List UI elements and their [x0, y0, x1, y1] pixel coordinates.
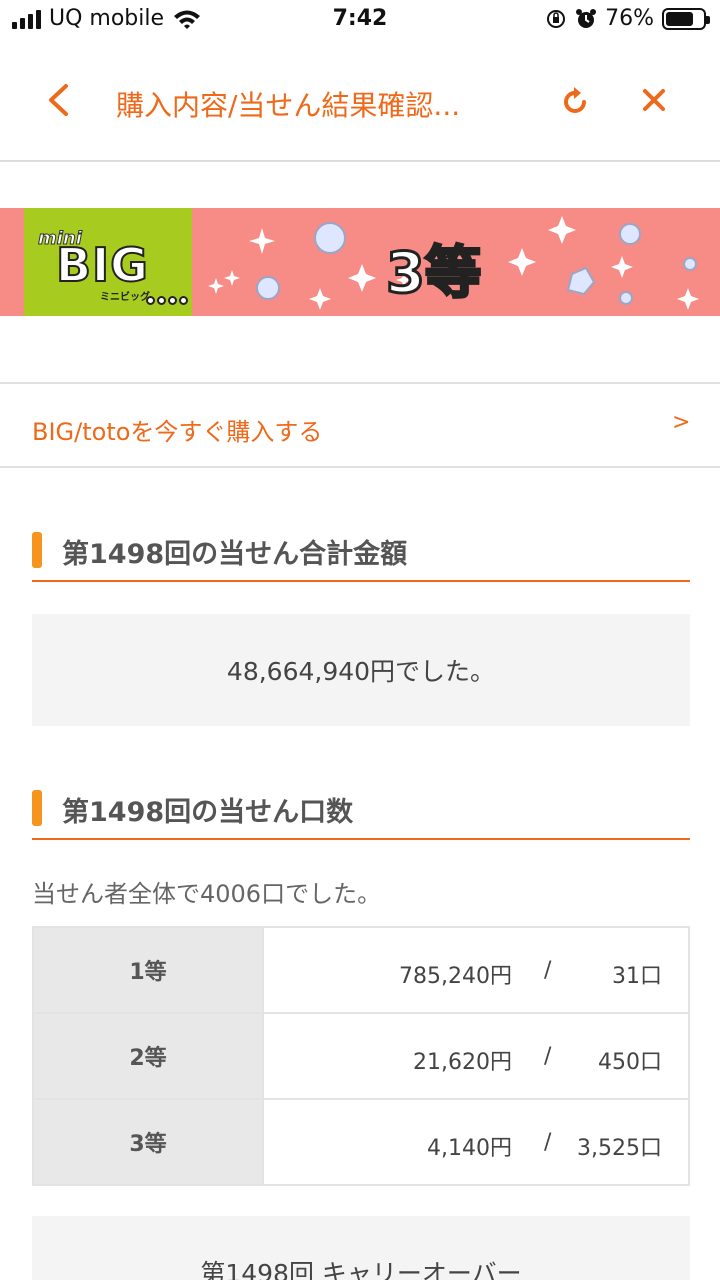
winner-count: 3,525口	[577, 1136, 662, 1161]
orientation-lock-icon	[547, 9, 566, 28]
total-amount-heading: 第1498回の当せん合計金額	[32, 520, 690, 582]
battery-percent: 76%	[605, 6, 654, 31]
value-cell: 21,620円 / 450口	[262, 1012, 690, 1100]
win-count-title: 第1498回の当せん口数	[62, 797, 354, 828]
carryover-text: 第1498回 キャリーオーバー	[200, 1259, 522, 1280]
alarm-icon	[576, 8, 597, 28]
total-amount-box: 48,664,940円でした。	[32, 614, 690, 726]
rank-cell: 2等	[32, 1012, 264, 1100]
table-row: 3等 4,140円 / 3,525口	[32, 1098, 690, 1186]
close-button[interactable]	[636, 80, 672, 120]
reload-icon	[564, 87, 586, 113]
chevron-right-icon: >	[672, 410, 691, 435]
total-amount-title: 第1498回の当せん合計金額	[62, 539, 408, 570]
divider	[0, 466, 720, 468]
battery-icon	[662, 7, 710, 30]
winner-count: 450口	[598, 1050, 662, 1075]
value-cell: 4,140円 / 3,525口	[262, 1098, 690, 1186]
toto-mark-icon	[146, 296, 188, 305]
total-amount-text: 48,664,940円でした。	[226, 657, 496, 686]
back-button[interactable]	[38, 78, 78, 122]
status-right: 76%	[545, 6, 710, 31]
win-count-summary: 当せん者全体で4006口でした。	[32, 880, 382, 908]
prize-amount: 785,240円	[399, 964, 512, 989]
header-divider	[0, 160, 720, 162]
carryover-box: 第1498回 キャリーオーバー	[32, 1216, 690, 1280]
separator: /	[544, 1044, 552, 1069]
prize-rank-label: 3等	[385, 240, 483, 308]
app-header: 購入内容/当せん結果確認...	[0, 58, 720, 144]
logo-sub-text: ミニビッグ	[100, 292, 150, 303]
value-cell: 785,240円 / 31口	[262, 926, 690, 1014]
mini-big-logo: mini BIG ミニビッグ	[24, 208, 192, 316]
buy-now-link[interactable]: BIG/totoを今すぐ購入する >	[0, 384, 720, 466]
logo-big-text: BIG	[55, 237, 149, 293]
heading-accent-bar	[32, 790, 42, 826]
rank-cell: 3等	[32, 1098, 264, 1186]
battery-level	[666, 11, 694, 26]
rank-cell: 1等	[32, 926, 264, 1014]
close-icon	[643, 89, 665, 111]
separator: /	[544, 1130, 552, 1155]
chevron-left-icon	[49, 84, 68, 116]
win-count-heading: 第1498回の当せん口数	[32, 778, 690, 840]
prize-amount: 21,620円	[413, 1050, 512, 1075]
status-bar: UQ mobile 7:42 76%	[0, 0, 720, 40]
table-row: 2等 21,620円 / 450口	[32, 1012, 690, 1100]
prize-table: 1等 785,240円 / 31口 2等 21,620円 / 450口 3等 4…	[32, 926, 690, 1186]
page-title: 購入内容/当せん結果確認...	[116, 89, 461, 122]
result-banner: mini BIG ミニビッグ 3等	[0, 208, 720, 316]
table-row: 1等 785,240円 / 31口	[32, 926, 690, 1014]
reload-button[interactable]	[558, 80, 594, 120]
prize-amount: 4,140円	[427, 1136, 512, 1161]
heading-accent-bar	[32, 532, 42, 568]
winner-count: 31口	[612, 964, 662, 989]
separator: /	[544, 958, 552, 983]
buy-now-label: BIG/totoを今すぐ購入する	[32, 418, 323, 446]
